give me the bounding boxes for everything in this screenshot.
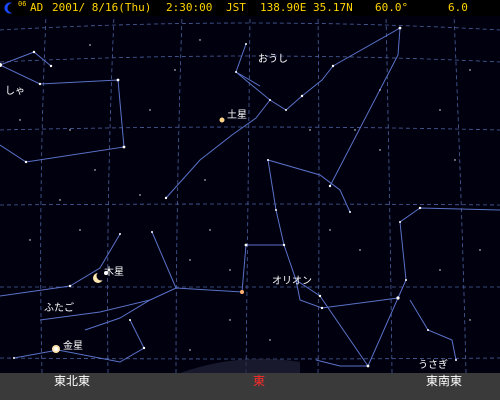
constellation-label-lepus: うさぎ <box>418 358 448 371</box>
time: 2:30:00 <box>166 1 213 14</box>
timezone: JST <box>226 1 246 14</box>
star-map[interactable]: 土星 木星 金星 おうし しゃ ふたご オリオン うさぎ <box>0 16 500 373</box>
venus-label: 金星 <box>63 339 83 352</box>
jupiter-label: 木星 <box>104 266 124 278</box>
era: AD <box>30 1 44 14</box>
betelgeuse-star <box>240 290 244 294</box>
direction-east[interactable]: 東 <box>253 373 265 389</box>
compass-bar: 東北東 東 東南東 <box>0 373 500 400</box>
planetarium-app: 06 AD 2001/ 8/16(Thu) 2:30:00 JST 138.90… <box>0 0 500 400</box>
moon-phase-icon <box>4 2 16 14</box>
constellation-label-orion: オリオン <box>272 275 312 287</box>
constellation-label-auriga: おうし <box>258 53 288 65</box>
constellation-label-left: しゃ <box>5 85 25 97</box>
altitude: 60.0° <box>375 1 409 14</box>
constellation-label-gemini: ふたご <box>44 301 74 314</box>
direction-ene[interactable]: 東北東 <box>54 373 90 389</box>
moon-age: 06 <box>18 0 27 8</box>
saturn-label: 土星 <box>227 108 247 121</box>
date: 2001/ 8/16(Thu) <box>52 1 152 14</box>
direction-ese[interactable]: 東南東 <box>426 373 462 389</box>
magnitude: 6.0 <box>448 1 468 14</box>
coords: 138.90E 35.17N <box>260 1 353 14</box>
status-bar: 06 AD 2001/ 8/16(Thu) 2:30:00 JST 138.90… <box>0 0 500 16</box>
